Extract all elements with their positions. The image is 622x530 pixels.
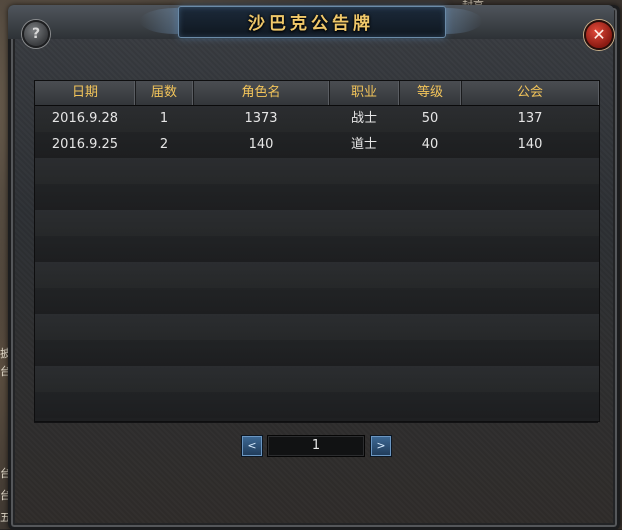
- empty-row: [35, 288, 599, 314]
- window-title: 沙巴克公告牌: [248, 14, 374, 34]
- cell-term: 2: [159, 137, 169, 152]
- empty-row: [35, 158, 599, 184]
- empty-row: [35, 366, 599, 392]
- cell-level: 40: [421, 137, 439, 152]
- empty-row: [35, 392, 599, 418]
- results-table: 日期 届数 角色名 职业 等级 公会 2016.9.28 1 1373 战士 5…: [34, 80, 600, 422]
- column-header-term: 届数: [135, 81, 194, 105]
- cell-name: 140: [248, 137, 274, 152]
- column-header-level: 等级: [399, 81, 462, 105]
- table-header: 日期 届数 角色名 职业 等级 公会: [35, 81, 599, 106]
- empty-row: [35, 262, 599, 288]
- empty-row: [35, 210, 599, 236]
- empty-row: [35, 184, 599, 210]
- column-header-date: 日期: [35, 81, 136, 105]
- pagination: < 1 >: [0, 435, 622, 457]
- close-button[interactable]: ✕: [584, 20, 614, 50]
- chevron-right-icon[interactable]: >: [370, 435, 392, 457]
- cell-date: 2016.9.28: [51, 111, 119, 126]
- column-header-class: 职业: [329, 81, 400, 105]
- empty-row: [35, 236, 599, 262]
- help-button[interactable]: ?: [22, 20, 50, 48]
- cell-name: 1373: [244, 111, 278, 126]
- table-row[interactable]: 2016.9.28 1 1373 战士 50 137: [35, 106, 599, 132]
- cell-guild: 140: [517, 137, 543, 152]
- column-header-guild: 公会: [461, 81, 599, 105]
- column-header-name: 角色名: [193, 81, 330, 105]
- cell-level: 50: [421, 111, 439, 126]
- cell-guild: 137: [517, 111, 543, 126]
- page-number: 1: [267, 435, 365, 457]
- empty-row: [35, 340, 599, 366]
- table-row[interactable]: 2016.9.25 2 140 道士 40 140: [35, 132, 599, 158]
- empty-row: [35, 314, 599, 340]
- cell-date: 2016.9.25: [51, 137, 119, 152]
- cell-class: 战士: [350, 111, 377, 126]
- cell-term: 1: [159, 111, 169, 126]
- chevron-left-icon[interactable]: <: [241, 435, 263, 457]
- cell-class: 道士: [350, 137, 377, 152]
